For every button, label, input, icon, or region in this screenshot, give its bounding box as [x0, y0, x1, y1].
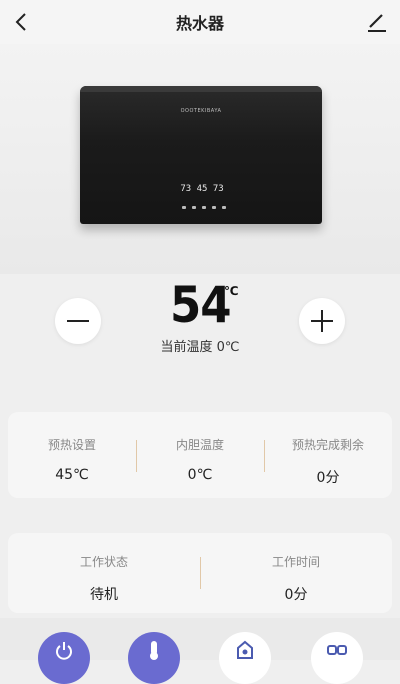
- tank-temperature: 内胆温度 0℃: [136, 436, 264, 483]
- temperature-control: 54 ℃ 当前温度 0℃: [0, 274, 400, 394]
- mode-icon: [237, 640, 253, 659]
- preheat-setting-value: 45℃: [55, 467, 89, 483]
- heater-display: 73 45 73: [180, 184, 224, 194]
- target-temperature: 54: [170, 276, 232, 334]
- work-time: 工作时间 0分: [200, 553, 392, 604]
- preheat-info-card: 预热设置 45℃ 内胆温度 0℃ 预热完成剩余 0分: [8, 412, 392, 498]
- work-status: 工作状态 待机: [8, 553, 200, 604]
- mode-button[interactable]: [219, 632, 271, 684]
- tank-temperature-value: 0℃: [187, 467, 213, 483]
- edit-icon: [368, 14, 386, 32]
- tank-temperature-label: 内胆温度: [175, 438, 224, 452]
- preheat-setting[interactable]: 预热设置 45℃: [8, 436, 136, 483]
- temperature-unit: ℃: [224, 284, 239, 298]
- bottom-action-bar: [0, 618, 400, 684]
- work-time-label: 工作时间: [271, 555, 320, 569]
- heater-buttons: [182, 206, 226, 209]
- preheat-remaining-label: 预热完成剩余: [291, 438, 364, 452]
- current-temperature: 当前温度 0℃: [160, 340, 240, 355]
- preheat-remaining-value: 0分: [316, 470, 340, 486]
- preheat-remaining: 预热完成剩余 0分: [264, 436, 392, 487]
- work-status-label: 工作状态: [79, 555, 128, 569]
- heater-top-edge: [80, 86, 322, 92]
- preheat-setting-label: 预热设置: [47, 438, 96, 452]
- work-status-value: 待机: [90, 587, 118, 603]
- status-card: 工作状态 待机 工作时间 0分: [8, 533, 392, 613]
- temperature-button[interactable]: [128, 632, 180, 684]
- edit-button[interactable]: [364, 9, 390, 35]
- power-icon: [56, 642, 72, 660]
- work-time-value: 0分: [284, 587, 308, 603]
- header: 热水器: [0, 0, 400, 44]
- device-image-area: OOOTEKIBAYA 73 45 73: [0, 44, 400, 274]
- page-title: 热水器: [175, 14, 224, 33]
- brand-label: OOOTEKIBAYA: [180, 108, 222, 114]
- more-button[interactable]: [311, 632, 363, 684]
- thermometer-icon: [150, 641, 158, 660]
- power-button[interactable]: [38, 632, 90, 684]
- grid-icon: [327, 645, 347, 655]
- water-heater-image: OOOTEKIBAYA 73 45 73: [80, 86, 322, 224]
